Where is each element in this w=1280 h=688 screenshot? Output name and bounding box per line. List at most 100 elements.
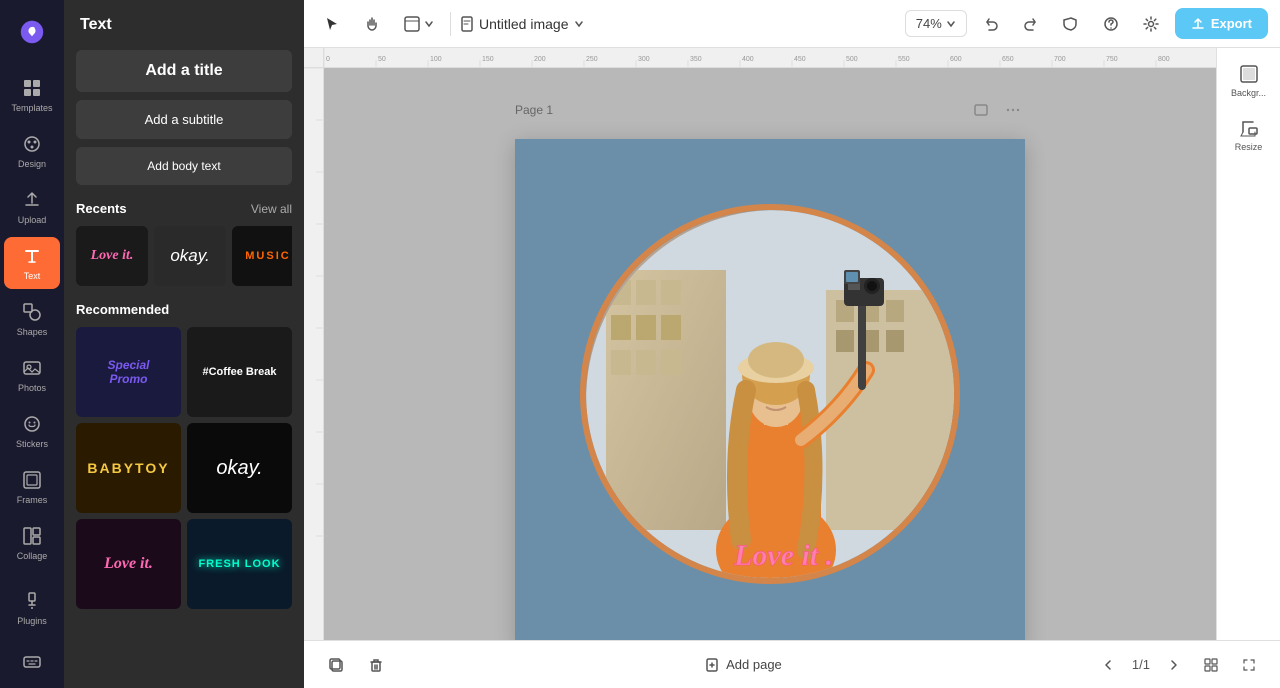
- layout-icon: [404, 16, 420, 32]
- recents-title: Recents: [76, 201, 127, 216]
- redo-button[interactable]: [1015, 10, 1047, 38]
- duplicate-icon: [328, 657, 344, 673]
- sidebar-item-frames[interactable]: Frames: [4, 461, 60, 513]
- recommended-title: Recommended: [76, 302, 292, 317]
- text-panel-header: Text: [64, 0, 304, 46]
- icon-sidebar: Templates Design Upload: [0, 0, 64, 688]
- layout-button[interactable]: [396, 10, 442, 38]
- undo-icon: [983, 16, 999, 32]
- cursor-tool-button[interactable]: [316, 10, 348, 38]
- recent-okay-text: okay.: [170, 246, 209, 266]
- document-title-text: Untitled image: [479, 16, 569, 32]
- undo-button[interactable]: [975, 10, 1007, 38]
- right-panel-background[interactable]: Backgr...: [1222, 56, 1276, 106]
- top-ruler-bar: 0 50 100 150 200 250 300: [324, 48, 1216, 67]
- add-body-button[interactable]: Add body text: [76, 147, 292, 185]
- recommended-section: Recommended SpecialPromo #Coffee Break B…: [64, 294, 304, 617]
- prev-page-button[interactable]: [1094, 652, 1124, 678]
- page-options-icon: [973, 102, 989, 118]
- sidebar-item-shapes[interactable]: Shapes: [4, 293, 60, 345]
- add-title-button[interactable]: Add a title: [76, 50, 292, 92]
- add-subtitle-button[interactable]: Add a subtitle: [76, 100, 292, 139]
- svg-text:0: 0: [326, 56, 330, 63]
- sidebar-item-keyboard[interactable]: [4, 642, 60, 680]
- right-panel-resize-label: Resize: [1235, 142, 1263, 152]
- right-panel-resize[interactable]: Resize: [1222, 110, 1276, 160]
- svg-text:500: 500: [846, 56, 858, 63]
- grid-view-button[interactable]: [1196, 652, 1226, 678]
- sidebar-item-plugins[interactable]: Plugins: [4, 582, 60, 634]
- canvas-page[interactable]: Love it . Love it .: [515, 139, 1025, 640]
- export-button[interactable]: Export: [1175, 8, 1268, 39]
- sidebar-item-stickers[interactable]: Stickers: [4, 405, 60, 457]
- topbar: Untitled image 74%: [304, 0, 1280, 48]
- ruler-corner: [304, 48, 324, 67]
- settings-button[interactable]: [1135, 10, 1167, 38]
- document-title[interactable]: Untitled image: [459, 16, 585, 32]
- sidebar-item-label: Frames: [17, 495, 48, 505]
- canvas-circle-frame[interactable]: Love it . Love it .: [580, 204, 960, 584]
- svg-text:400: 400: [742, 56, 754, 63]
- sidebar-item-collage[interactable]: Collage: [4, 517, 60, 569]
- grid-icon: [21, 77, 43, 99]
- hand-tool-button[interactable]: [356, 10, 388, 38]
- svg-text:450: 450: [794, 56, 806, 63]
- recents-section: Recents View all Love it. okay. MUSIC: [64, 189, 304, 294]
- rec-fresh-look-text: FRESH LOOK: [198, 558, 280, 570]
- shapes-icon: [21, 301, 43, 323]
- rec-babytoy[interactable]: BABYTOY: [76, 423, 181, 513]
- recent-item-love-it[interactable]: Love it.: [76, 226, 148, 286]
- upload-icon: [21, 189, 43, 211]
- duplicate-page-button[interactable]: [320, 651, 352, 679]
- page-more-button[interactable]: [1001, 98, 1025, 125]
- bottom-right: 1/1: [1094, 652, 1264, 678]
- right-panel: Backgr... Resize: [1216, 48, 1280, 640]
- svg-text:800: 800: [1158, 56, 1170, 63]
- rec-okay2[interactable]: okay.: [187, 423, 292, 513]
- help-button[interactable]: [1095, 10, 1127, 38]
- sidebar-item-label: Shapes: [17, 327, 48, 337]
- rec-special-promo[interactable]: SpecialPromo: [76, 327, 181, 417]
- rec-love-it2[interactable]: Love it.: [76, 519, 181, 609]
- next-icon: [1166, 658, 1180, 672]
- view-all-link[interactable]: View all: [251, 202, 292, 216]
- document-icon: [459, 16, 475, 32]
- app-logo[interactable]: [8, 8, 56, 61]
- sidebar-item-label: Collage: [17, 551, 48, 561]
- expand-button[interactable]: [1234, 652, 1264, 678]
- prev-icon: [1102, 658, 1116, 672]
- page-options-button[interactable]: [969, 98, 993, 125]
- sidebar-item-templates[interactable]: Templates: [4, 69, 60, 121]
- canvas-circle-inner: Love it . Love it .: [586, 210, 954, 578]
- recents-grid: Love it. okay. MUSIC: [76, 226, 292, 286]
- rec-coffee-break-text: #Coffee Break: [203, 366, 277, 378]
- rec-coffee-break[interactable]: #Coffee Break: [187, 327, 292, 417]
- collage-icon: [21, 525, 43, 547]
- chevron-down-icon: [946, 19, 956, 29]
- shield-button[interactable]: [1055, 10, 1087, 38]
- sidebar-item-label: Stickers: [16, 439, 48, 449]
- page-label: Page 1: [515, 103, 553, 117]
- add-page-button[interactable]: Add page: [696, 651, 790, 679]
- sidebar-item-upload[interactable]: Upload: [4, 181, 60, 233]
- topbar-right: 74%: [905, 8, 1268, 39]
- recent-item-okay[interactable]: okay.: [154, 226, 226, 286]
- sidebar-item-photos[interactable]: Photos: [4, 349, 60, 401]
- next-page-button[interactable]: [1158, 652, 1188, 678]
- zoom-button[interactable]: 74%: [905, 10, 967, 37]
- recent-item-music[interactable]: MUSIC: [232, 226, 292, 286]
- sidebar-item-design[interactable]: Design: [4, 125, 60, 177]
- frames-icon: [21, 469, 43, 491]
- settings-icon: [1143, 16, 1159, 32]
- export-label: Export: [1211, 16, 1252, 31]
- delete-page-button[interactable]: [360, 651, 392, 679]
- svg-text:700: 700: [1054, 56, 1066, 63]
- rec-fresh-look[interactable]: FRESH LOOK: [187, 519, 292, 609]
- sidebar-item-text[interactable]: Text: [4, 237, 60, 289]
- photo-icon: [21, 357, 43, 379]
- plug-icon: [21, 590, 43, 612]
- canvas-scroll-area[interactable]: Page 1: [324, 68, 1216, 640]
- sidebar-item-label: Photos: [18, 383, 46, 393]
- rec-babytoy-text: BABYTOY: [87, 460, 169, 476]
- recents-header: Recents View all: [76, 201, 292, 216]
